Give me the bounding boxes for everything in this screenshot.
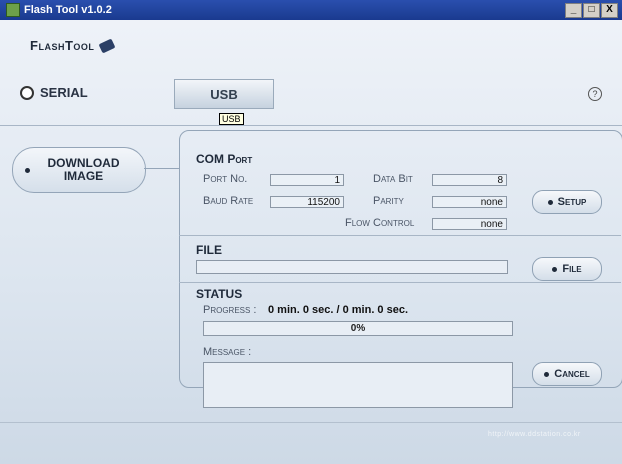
setup-label: Setup xyxy=(557,196,587,208)
file-button-label: File xyxy=(562,263,582,275)
baud-rate-field[interactable]: 115200 xyxy=(270,196,344,208)
progress-percent: 0% xyxy=(350,323,366,334)
logo-text: FlashTool xyxy=(30,38,95,53)
header-divider xyxy=(0,125,622,126)
parity-field[interactable]: none xyxy=(432,196,507,208)
cancel-button[interactable]: Cancel xyxy=(532,362,602,386)
window-controls: _ □ X xyxy=(565,3,618,18)
footer-divider xyxy=(0,422,622,423)
maximize-button[interactable]: □ xyxy=(583,3,600,18)
parity-label: Parity xyxy=(373,195,404,207)
connector-line xyxy=(144,168,179,169)
bullet-icon xyxy=(552,266,558,272)
progress-time: 0 min. 0 sec. / 0 min. 0 sec. xyxy=(268,304,409,316)
file-button[interactable]: File xyxy=(532,257,602,281)
cancel-label: Cancel xyxy=(554,368,590,380)
bullet-icon xyxy=(544,371,550,377)
com-port-title: COM Port xyxy=(196,152,253,166)
title-bar: Flash Tool v1.0.2 _ □ X xyxy=(0,0,622,20)
radio-circle-icon xyxy=(20,85,34,100)
serial-label: SERIAL xyxy=(40,85,88,100)
usb-button[interactable]: USB xyxy=(174,79,274,109)
progress-bar: 0% xyxy=(203,321,513,336)
logo: FlashTool xyxy=(30,38,116,53)
progress-label: Progress : xyxy=(203,304,257,316)
help-icon[interactable]: ? xyxy=(588,87,602,101)
satellite-icon xyxy=(98,38,116,53)
download-label-line1: DOWNLOAD xyxy=(47,156,120,170)
file-title: FILE xyxy=(196,243,222,257)
port-no-field[interactable]: 1 xyxy=(270,174,344,186)
flow-control-field[interactable]: none xyxy=(432,218,507,230)
minimize-button[interactable]: _ xyxy=(565,3,582,18)
flow-control-label: Flow Control xyxy=(345,217,415,229)
setup-button[interactable]: Setup xyxy=(532,190,602,214)
download-label-line2: IMAGE xyxy=(63,169,104,183)
baud-rate-label: Baud Rate xyxy=(203,195,254,207)
message-box xyxy=(203,362,513,408)
message-label: Message : xyxy=(203,346,252,358)
app-icon xyxy=(6,3,20,17)
data-bit-label: Data Bit xyxy=(373,173,413,185)
bullet-icon xyxy=(547,199,553,205)
serial-radio[interactable]: SERIAL xyxy=(20,85,88,100)
footer-url: http://www.ddstation.co.kr xyxy=(488,431,581,438)
data-bit-field[interactable]: 8 xyxy=(432,174,507,186)
usb-tooltip: USB xyxy=(219,113,244,125)
file-status-divider xyxy=(179,282,621,283)
download-image-label: DOWNLOAD IMAGE xyxy=(30,157,145,183)
window-title: Flash Tool v1.0.2 xyxy=(24,4,112,16)
com-file-divider xyxy=(179,235,621,236)
port-no-label: Port No. xyxy=(203,173,248,185)
close-button[interactable]: X xyxy=(601,3,618,18)
download-image-button[interactable]: DOWNLOAD IMAGE xyxy=(12,147,146,193)
status-title: STATUS xyxy=(196,287,243,301)
file-path-field[interactable] xyxy=(196,260,508,274)
